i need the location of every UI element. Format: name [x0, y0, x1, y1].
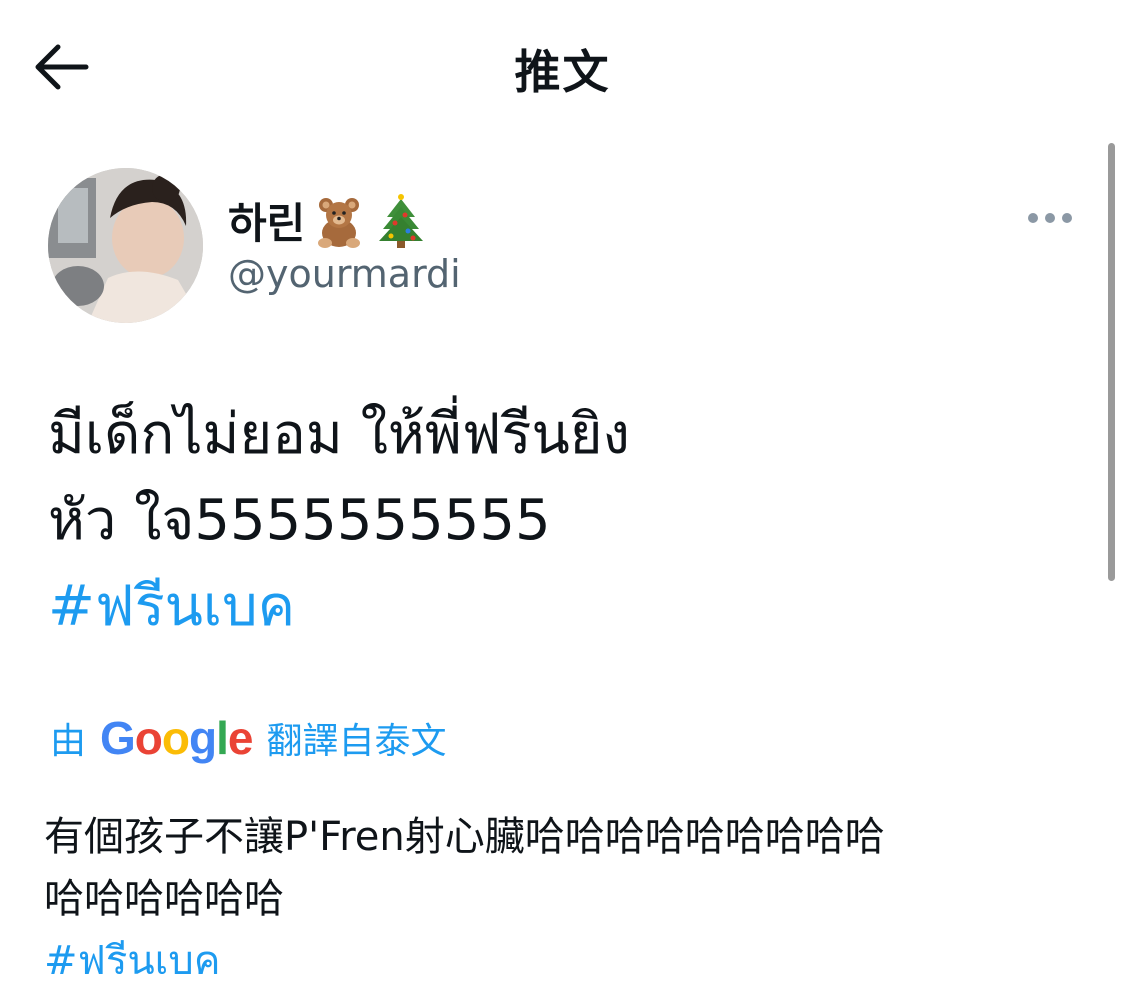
display-name-text: 하린	[228, 199, 306, 248]
translated-line: 哈哈哈哈哈哈	[44, 876, 284, 922]
google-logo: Google	[100, 712, 253, 764]
hashtag-link[interactable]: #ฟรีนเบค	[48, 564, 1048, 650]
top-nav-bar: 推文	[0, 0, 1125, 130]
profile-photo	[48, 168, 203, 323]
more-dot-icon	[1028, 213, 1038, 223]
page-title: 推文	[514, 45, 611, 99]
translation-suffix: 翻譯自泰文	[266, 721, 447, 762]
display-name[interactable]: 하린	[228, 190, 429, 251]
more-options-button[interactable]	[1024, 200, 1076, 236]
tweet-text: มีเด็กไม่ยอม ให้พี่ฟรีนยิง หัว ใจ5555555…	[48, 392, 1048, 650]
tweet-line: หัว ใจ5555555555	[48, 488, 551, 553]
translated-hashtag-link[interactable]: #ฟรีนเบค	[44, 930, 1074, 992]
scrollbar[interactable]	[1108, 143, 1115, 581]
christmas-tree-icon	[373, 193, 429, 249]
avatar[interactable]	[48, 168, 203, 323]
teddy-bear-icon	[311, 193, 367, 249]
tweet-line: มีเด็กไม่ยอม ให้พี่ฟรีนยิง	[48, 402, 630, 467]
more-dot-icon	[1062, 213, 1072, 223]
translated-text: 有個孩子不讓P'Fren射心臟哈哈哈哈哈哈哈哈哈 哈哈哈哈哈哈 #ฟรีนเบค	[44, 806, 1074, 992]
more-dot-icon	[1045, 213, 1055, 223]
user-handle[interactable]: @yourmardi	[228, 252, 461, 296]
translated-line: 有個孩子不讓P'Fren射心臟哈哈哈哈哈哈哈哈哈	[44, 814, 885, 860]
translation-attribution[interactable]: 由 Google 翻譯自泰文	[50, 712, 447, 764]
translation-prefix: 由	[50, 721, 87, 762]
